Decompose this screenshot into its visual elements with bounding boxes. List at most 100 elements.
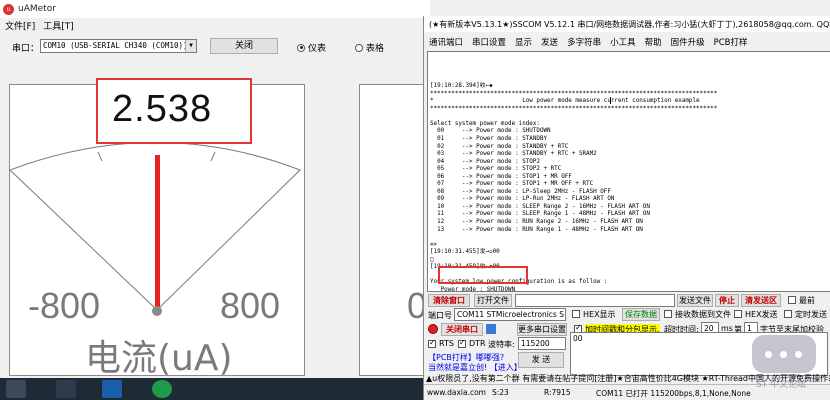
top-checkbox[interactable]: [788, 296, 796, 304]
menu-send[interactable]: 发送: [541, 36, 558, 50]
recv-to-file-checkbox[interactable]: [664, 310, 672, 318]
menu-display[interactable]: 显示: [515, 36, 532, 50]
timed-send-label: 定时发送: [795, 310, 827, 319]
chat-dot: [780, 351, 787, 358]
stop-button[interactable]: 停止: [715, 294, 739, 307]
baud-label: 波特率:: [488, 340, 515, 349]
send-button[interactable]: 发 送: [518, 352, 564, 368]
dtr-label: DTR: [469, 339, 486, 348]
menu-multi-string[interactable]: 多字符串: [567, 36, 601, 50]
radio-selected-icon: [297, 43, 305, 52]
timed-send-checkbox[interactable]: [784, 310, 792, 318]
log-line: 05 --> Power mode : STOP2 + RTC: [430, 166, 562, 173]
text-cursor: [610, 97, 611, 104]
recv-to-file-label: 接收数据到文件: [675, 310, 731, 319]
log-line: 13 --> Power mode : RUN Range 1 - 48MHz …: [430, 226, 643, 233]
gauge-tick: [97, 151, 103, 162]
port-number-select[interactable]: COM11 STMicroelectronics S: [454, 308, 566, 321]
menu-tools[interactable]: 工具[T]: [43, 19, 74, 33]
taskbar-app-icon[interactable]: [6, 380, 26, 398]
mode-meter-label: 仪表: [308, 44, 327, 54]
top-label: 最前: [799, 296, 815, 305]
menu-port-settings[interactable]: 串口设置: [472, 36, 506, 50]
menu-comm-port[interactable]: 通讯端口: [429, 36, 463, 50]
taskbar-app-icon[interactable]: [56, 380, 76, 398]
uametor-toolbar: 串口： COM10 (USB-SERIAL CH340 (COM10)) ▼ 关…: [0, 36, 430, 58]
port-select-value: COM10 (USB-SERIAL CH340 (COM10)): [43, 41, 188, 50]
port-number-label: 端口号: [428, 311, 452, 320]
status-site[interactable]: www.daxia.com: [427, 388, 486, 397]
save-data-button[interactable]: 保存数据: [622, 308, 660, 321]
clear-window-button[interactable]: 清除窗口: [428, 294, 470, 307]
chat-dot: [765, 351, 772, 358]
gauge-hub: [152, 306, 162, 316]
uametor-window: u uAMetor 文件[F] 工具[T] 串口： COM10 (USB-SER…: [0, 0, 430, 378]
settings-icon: [486, 324, 496, 334]
mode-meter-radio[interactable]: 仪表: [297, 41, 326, 54]
hex-send-checkbox[interactable]: [734, 310, 742, 318]
uametor-titlebar: u uAMetor: [0, 0, 430, 18]
log-line: 11 --> Power mode : SLEEP Range 1 - 48MH…: [430, 211, 650, 218]
log-line: Power mode : SHUTDOWN: [430, 286, 516, 292]
taskbar: [0, 378, 423, 400]
unit-label: 电流(uA): [85, 338, 233, 376]
baud-select[interactable]: 115200: [518, 337, 566, 350]
dtr-checkbox[interactable]: [458, 338, 466, 348]
status-port: COM11 已打开 115200bps,8,1,None,None: [596, 389, 751, 398]
taskbar-app-icon[interactable]: [152, 380, 172, 398]
hex-display-checkbox[interactable]: [572, 310, 580, 318]
sscom-menubar: 通讯端口 串口设置 显示 发送 多字符串 小工具 帮助 固件升级 PCB打样: [424, 36, 748, 50]
log-line: ****************************************…: [430, 90, 718, 97]
current-readout: 2.538: [96, 78, 252, 144]
clear-send-button[interactable]: 清发送区: [741, 294, 781, 307]
send-file-button[interactable]: 发送文件: [677, 294, 713, 307]
second-gauge: 0: [359, 84, 430, 376]
mode-table-label: 表格: [366, 44, 385, 54]
menu-help[interactable]: 帮助: [645, 36, 662, 50]
gauge-tick: [210, 151, 216, 162]
uametor-menubar: 文件[F] 工具[T]: [0, 19, 74, 33]
chevron-down-icon[interactable]: ▼: [185, 40, 196, 52]
log-line: * Low power mode measure current consump…: [430, 98, 700, 105]
taskbar-app-icon[interactable]: [102, 380, 122, 398]
menu-firmware[interactable]: 固件升级: [671, 36, 705, 50]
hex-send-label: HEX发送: [745, 310, 778, 319]
menu-tools[interactable]: 小工具: [610, 36, 636, 50]
chat-overlay[interactable]: ST 中文论坛: [752, 335, 822, 395]
promo-line-2[interactable]: 当然就是嘉立创! 【进入】: [428, 362, 522, 373]
port-select[interactable]: COM10 (USB-SERIAL CH340 (COM10)) ▼: [40, 39, 197, 53]
chat-dot: [795, 351, 802, 358]
uametor-app-icon: u: [3, 3, 14, 15]
rts-label: RTS: [439, 339, 454, 348]
port-label: 串口：: [12, 44, 40, 54]
rts-checkbox[interactable]: [428, 338, 436, 348]
menu-file[interactable]: 文件[F]: [5, 19, 35, 33]
log-line: 08 --> Power mode : LP-Sleep 2MHz - FLAS…: [430, 188, 611, 195]
sscom-titlebar: (★有新版本V5.13.1★)SSCOM V5.12.1 串口/网络数据调试器,…: [424, 16, 830, 32]
current-value: 2.538: [112, 88, 213, 130]
close-port-button[interactable]: 关闭: [210, 38, 278, 54]
log-line: [19:10:28.394]收←◆: [430, 83, 493, 90]
file-path-field[interactable]: [515, 294, 675, 307]
sscom-title: (★有新版本V5.13.1★)SSCOM V5.12.1 串口/网络数据调试器,…: [429, 19, 830, 29]
port-status-icon: [428, 324, 438, 334]
log-line: 03 --> Power mode : STANDBY + RTC + SRAM…: [430, 151, 597, 158]
mode-table-radio[interactable]: 表格: [355, 41, 384, 54]
log-line: [19:10:31.455]发→◇00: [430, 249, 500, 256]
log-line: 01 --> Power mode : STANDBY: [430, 136, 548, 143]
log-line: 06 --> Power mode : STOP1 + MR OFF: [430, 173, 572, 180]
log-line: 12 --> Power mode : RUN Range 2 - 16MHz …: [430, 219, 643, 226]
uametor-title: uAMetor: [18, 4, 56, 14]
open-file-button[interactable]: 打开文件: [474, 294, 512, 307]
log-line: 09 --> Power mode : LP-Run 2MHz - FLASH …: [430, 196, 615, 203]
log-line: 00 --> Power mode : SHUTDOWN: [430, 128, 551, 135]
menu-pcb[interactable]: PCB打样: [714, 36, 748, 50]
more-settings-button[interactable]: 更多串口设置: [517, 323, 567, 336]
close-port-button-sscom[interactable]: 关闭串口: [441, 323, 483, 336]
log-line: 07 --> Power mode : STOP1 + MR OFF + RTC: [430, 181, 594, 188]
receive-log[interactable]: [19:10:28.394]收←◆ ***********************…: [427, 51, 830, 292]
log-line: Select system power mode index:: [430, 120, 540, 127]
log-line: ****************************************…: [430, 105, 718, 112]
log-line: 02 --> Power mode : STANDBY + RTC: [430, 143, 569, 150]
